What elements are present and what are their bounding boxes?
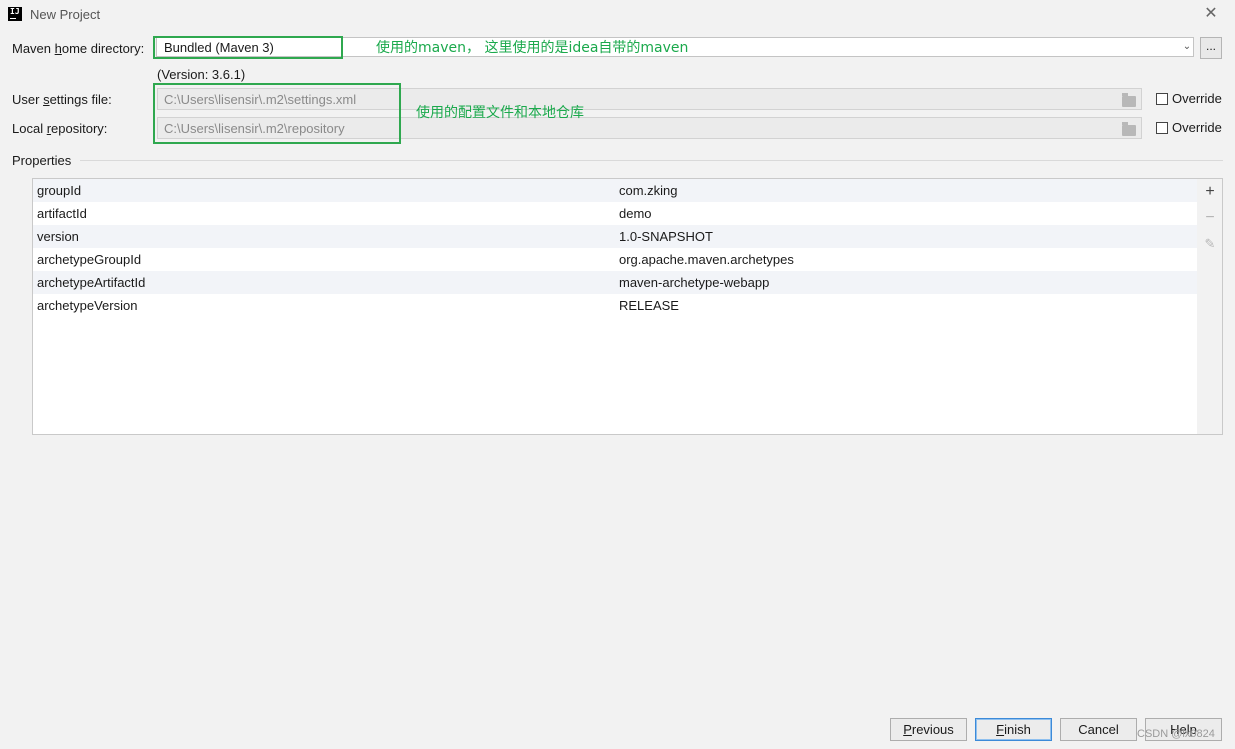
property-value[interactable]: demo [619, 202, 652, 225]
properties-section-title: Properties [12, 153, 72, 168]
window-title: New Project [30, 7, 101, 22]
table-row[interactable]: archetypeGroupId org.apache.maven.archety… [33, 248, 1197, 271]
intellij-idea-icon: IJ [8, 7, 22, 21]
maven-annotation: 使用的maven， 这里使用的是idea自带的maven [376, 40, 689, 56]
config-highlight-box [153, 83, 401, 144]
property-key: archetypeArtifactId [37, 275, 146, 290]
cancel-button[interactable]: Cancel [1060, 718, 1137, 741]
property-value[interactable]: 1.0-SNAPSHOT [619, 225, 713, 248]
table-row[interactable]: version 1.0-SNAPSHOT [33, 225, 1197, 248]
edit-property-button[interactable]: ✎ [1202, 236, 1218, 252]
local-repository-override-checkbox[interactable] [1156, 122, 1168, 134]
local-repository-label: Local repository: [12, 121, 108, 136]
maven-highlight-box [153, 36, 343, 59]
finish-button[interactable]: Finish [975, 718, 1052, 741]
properties-separator [80, 160, 1223, 161]
properties-toolbar: + − ✎ [1197, 178, 1223, 435]
table-row[interactable]: archetypeArtifactId maven-archetype-webap… [33, 271, 1197, 294]
maven-version-text: (Version: 3.6.1) [157, 67, 246, 82]
property-value[interactable]: org.apache.maven.archetypes [619, 248, 794, 271]
previous-button[interactable]: Previous [890, 718, 967, 741]
folder-icon[interactable] [1122, 122, 1136, 136]
title-bar: IJ New Project ✕ [0, 0, 1235, 30]
table-row[interactable]: artifactId demo [33, 202, 1197, 225]
property-key: groupId [37, 183, 82, 198]
table-row[interactable]: archetypeVersion RELEASE [33, 294, 1197, 317]
chevron-down-icon[interactable]: ⌄ [1180, 39, 1194, 55]
table-row[interactable]: groupId com.zking [33, 179, 1197, 202]
property-value[interactable]: com.zking [619, 179, 678, 202]
config-annotation: 使用的配置文件和本地仓库 [416, 105, 584, 121]
property-value[interactable]: RELEASE [619, 294, 679, 317]
property-value[interactable]: maven-archetype-webapp [619, 271, 769, 294]
maven-home-label: Maven home directory: [12, 41, 145, 56]
property-key: version [37, 229, 79, 244]
browse-maven-home-button[interactable]: ... [1200, 37, 1222, 59]
property-key: archetypeGroupId [37, 252, 142, 267]
user-settings-label: User settings file: [12, 92, 112, 107]
user-settings-override-label[interactable]: Override [1172, 91, 1222, 106]
remove-property-button[interactable]: − [1202, 210, 1218, 226]
property-key: archetypeVersion [37, 298, 138, 313]
local-repository-override-label[interactable]: Override [1172, 120, 1222, 135]
close-icon[interactable]: ✕ [1204, 5, 1218, 23]
watermark-text: CSDN @lx0824 [1137, 728, 1215, 740]
user-settings-override-checkbox[interactable] [1156, 93, 1168, 105]
property-key: artifactId [37, 206, 87, 221]
folder-icon[interactable] [1122, 93, 1136, 107]
properties-table[interactable]: groupId com.zking artifactId demo version 1… [32, 178, 1198, 435]
add-property-button[interactable]: + [1202, 184, 1218, 200]
